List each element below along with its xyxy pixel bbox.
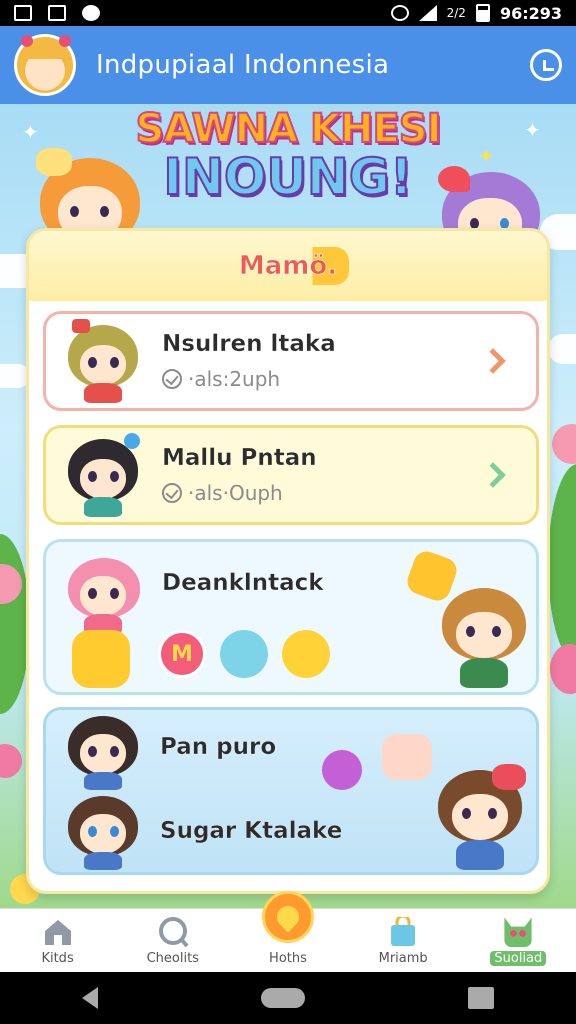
list-item[interactable]: Pan puro Sugar Ktalake [43, 707, 539, 875]
water-item-icon [220, 630, 268, 678]
status-bar: 2/2 96:293 [0, 0, 576, 26]
nav-label: Kitds [41, 951, 74, 966]
check-icon [162, 369, 182, 389]
character-brown-girl [436, 582, 532, 692]
chevron-right-icon[interactable] [480, 462, 506, 488]
nav-label: Cheolits [146, 951, 199, 966]
nav-item-suoliad[interactable]: Suoliad [463, 913, 573, 966]
character-brown-boy [430, 764, 534, 874]
character-avatar [64, 792, 144, 872]
character-avatar [64, 552, 142, 636]
nav-label: Mriamb [378, 951, 428, 966]
app-title: Indpupiaal Indonnesia [96, 50, 390, 80]
system-nav-bar [0, 972, 576, 1024]
back-icon[interactable] [81, 987, 98, 1009]
nav-item-cheolits[interactable]: Cheolits [118, 917, 228, 966]
cat-icon [504, 917, 532, 947]
nav-item-hoths[interactable]: Hoths [233, 891, 343, 966]
main-panel: Mamö. Nsulren ltaka ·als:2uph Mallu Pnta… [26, 228, 550, 894]
nav-label: Suoliad [490, 951, 547, 966]
sparkle-icon: ✦ [22, 120, 39, 144]
potion-item-icon [322, 750, 362, 790]
panel-header: Mamö. [29, 231, 547, 301]
tree-decoration [548, 464, 576, 664]
item-name: Pan puro [160, 734, 277, 760]
nav-label: Hoths [269, 951, 307, 966]
chat-icon [158, 917, 189, 947]
wifi-icon [390, 5, 409, 21]
game-logo: SAWNA KHESI INOUNG! [128, 105, 448, 224]
item-name: Mallu Pntan [162, 445, 317, 471]
app-bar: Indpupiaal Indonnesia [0, 26, 576, 104]
heart-icon [261, 891, 314, 943]
bag-icon [391, 917, 416, 946]
logo-line-1: SAWNA KHESI [135, 105, 443, 153]
logo-line-2: INOUNG! [162, 147, 413, 207]
history-icon[interactable] [530, 49, 562, 81]
tree-decoration [550, 644, 576, 694]
character-avatar [64, 712, 144, 792]
item-meta: ·als:2uph [188, 367, 281, 391]
carrier-label: 2/2 [446, 6, 466, 20]
list-item[interactable]: Deanklntack M [43, 539, 539, 695]
sparkle-icon: ✦ [478, 144, 495, 168]
coin-item-icon: M [158, 630, 206, 678]
character-avatar [64, 433, 142, 517]
signal-icon [418, 5, 437, 21]
home-icon [44, 920, 71, 945]
panel-title: Mamö. [226, 247, 350, 285]
item-name: Nsulren ltaka [162, 331, 336, 357]
status-time: 96:293 [499, 3, 562, 23]
chevron-right-icon[interactable] [480, 348, 506, 374]
nav-item-mriamb[interactable]: Mriamb [348, 917, 458, 966]
item-meta: ·als·Ouph [188, 481, 283, 505]
star-item-icon [72, 630, 130, 688]
check-icon [162, 483, 182, 503]
home-button[interactable] [260, 988, 305, 1008]
nav-item-kitds[interactable]: Kitds [3, 917, 113, 966]
chick-item-icon [282, 630, 330, 678]
recent-apps-icon[interactable] [468, 987, 495, 1009]
sparkle-icon: ✦ [524, 118, 541, 142]
notification-icon [82, 5, 100, 21]
profile-avatar[interactable] [14, 34, 76, 96]
list-item[interactable]: Nsulren ltaka ·als:2uph [43, 311, 539, 411]
item-name: Sugar Ktalake [160, 818, 343, 844]
character-avatar [64, 319, 142, 403]
bottom-nav: Kitds Cheolits Hoths Mriamb Suoliad [0, 891, 576, 972]
cookie-item-icon [382, 734, 432, 780]
list-item[interactable]: Mallu Pntan ·als·Ouph [43, 425, 539, 525]
tree-decoration [0, 744, 22, 778]
battery-icon [475, 4, 490, 22]
image-icon [14, 5, 32, 21]
tree-decoration [552, 424, 576, 464]
sim-icon [48, 5, 66, 21]
cloud-decoration [548, 334, 576, 364]
